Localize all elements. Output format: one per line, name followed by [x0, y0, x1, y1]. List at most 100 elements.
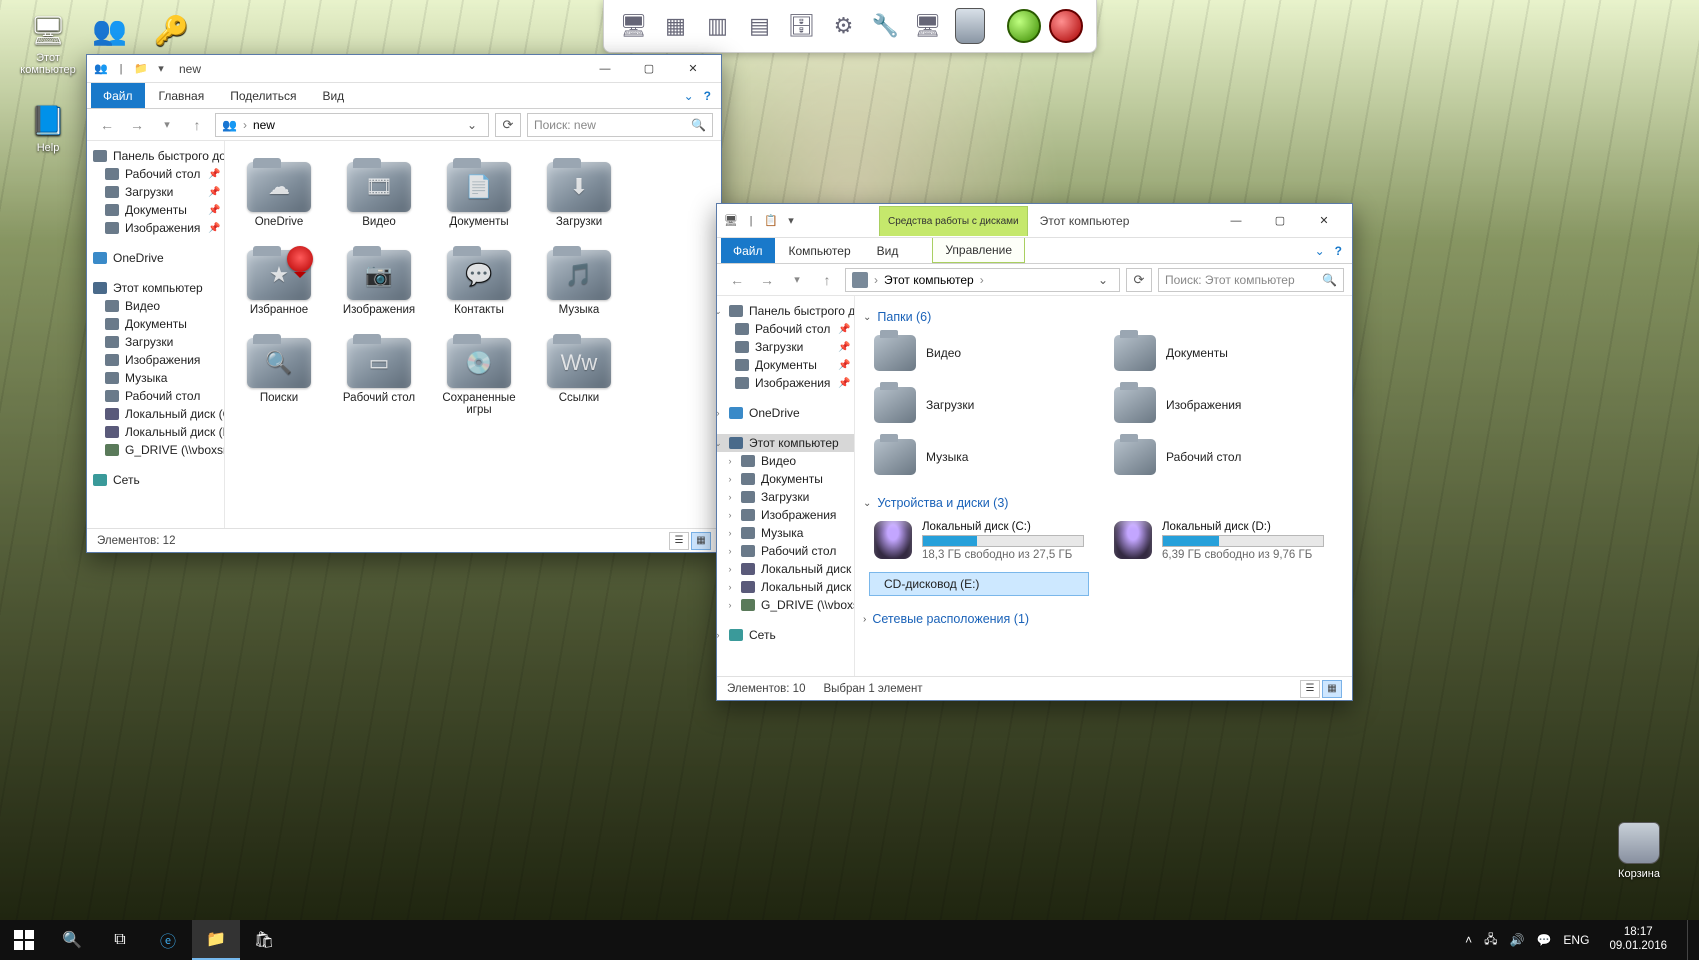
- address-bar[interactable]: 👥 › new ⌄: [215, 113, 489, 137]
- desktop-icon-help[interactable]: 📘 Help: [10, 100, 86, 154]
- cd-drive-item[interactable]: CD-дисковод (E:): [869, 572, 1089, 596]
- folder-tile[interactable]: ⬇Загрузки: [531, 151, 627, 233]
- view-details-button[interactable]: ☰: [669, 532, 689, 550]
- address-bar[interactable]: › Этот компьютер › ⌄: [845, 268, 1120, 292]
- nav-back-button[interactable]: ←: [95, 113, 119, 137]
- search-box[interactable]: Поиск: Этот компьютер 🔍: [1158, 268, 1344, 292]
- nav-quick-access[interactable]: ⌄Панель быстрого доступа: [717, 302, 854, 320]
- qat-caret-icon[interactable]: ▾: [783, 213, 799, 229]
- content-area[interactable]: ☁OneDrive🎞Видео📄Документы⬇Загрузки★Избра…: [225, 141, 721, 528]
- expand-icon[interactable]: ›: [717, 408, 723, 418]
- nav-item[interactable]: Изображения📌: [87, 219, 224, 237]
- nav-item[interactable]: Загрузки: [87, 333, 224, 351]
- view-large-button[interactable]: ▦: [1322, 680, 1342, 698]
- content-area[interactable]: ⌄Папки (6) Видео Документы Загрузки Изображ…: [855, 296, 1352, 676]
- address-dropdown-icon[interactable]: ⌄: [462, 118, 482, 132]
- search-box[interactable]: Поиск: new 🔍: [527, 113, 713, 137]
- minimize-button[interactable]: —: [1214, 207, 1258, 234]
- nav-network[interactable]: ›Сеть: [717, 626, 854, 644]
- ribbon-expand-icon[interactable]: ⌄: [684, 89, 694, 103]
- folder-tile[interactable]: 🎵Музыка: [531, 239, 627, 321]
- tray-notifications-icon[interactable]: 💬: [1536, 933, 1551, 947]
- qat-caret-icon[interactable]: ▾: [153, 61, 169, 77]
- nav-item[interactable]: ›Документы: [717, 470, 854, 488]
- launcher-shutdown[interactable]: [1046, 6, 1086, 46]
- nav-item[interactable]: Локальный диск (C:): [87, 405, 224, 423]
- minimize-button[interactable]: —: [583, 55, 627, 82]
- titlebar[interactable]: 👥 | 📁 ▾ new — ▢ ✕: [87, 55, 721, 83]
- nav-network[interactable]: Сеть: [87, 471, 224, 489]
- recycle-bin[interactable]: Корзина: [1601, 822, 1677, 880]
- launcher-slot[interactable]: 🖥: [908, 6, 948, 46]
- launcher-slot[interactable]: ▤: [740, 6, 780, 46]
- launcher-slot[interactable]: 🗄: [782, 6, 822, 46]
- maximize-button[interactable]: ▢: [1258, 207, 1302, 234]
- folder-tile[interactable]: 🔍Поиски: [231, 327, 327, 421]
- nav-item[interactable]: ›Видео: [717, 452, 854, 470]
- start-button[interactable]: [0, 920, 48, 960]
- folder-tile[interactable]: 📄Документы: [431, 151, 527, 233]
- tray-network-icon[interactable]: 🖧: [1484, 930, 1497, 951]
- nav-item[interactable]: Загрузки📌: [717, 338, 854, 356]
- tab-share[interactable]: Поделиться: [218, 83, 308, 108]
- nav-item[interactable]: ›Рабочий стол: [717, 542, 854, 560]
- view-details-button[interactable]: ☰: [1300, 680, 1320, 698]
- titlebar[interactable]: 🖥 | 📋 ▾ Средства работы с дисками Этот к…: [717, 204, 1352, 238]
- tray-overflow-icon[interactable]: ˄: [1465, 933, 1472, 947]
- nav-item[interactable]: ›Музыка: [717, 524, 854, 542]
- store-button[interactable]: 🛍: [240, 920, 288, 960]
- folder-tile[interactable]: 🎞Видео: [331, 151, 427, 233]
- nav-up-button[interactable]: ↑: [185, 113, 209, 137]
- nav-recent-button[interactable]: ▾: [155, 113, 179, 137]
- nav-item[interactable]: ›Загрузки: [717, 488, 854, 506]
- launcher-slot[interactable]: 🖥: [614, 6, 654, 46]
- refresh-button[interactable]: ⟳: [495, 113, 521, 137]
- launcher-trash[interactable]: [950, 6, 990, 46]
- section-drives[interactable]: ⌄Устройства и диски (3): [861, 492, 1346, 516]
- qat-icon[interactable]: 📁: [133, 61, 149, 77]
- collapse-icon[interactable]: ⌄: [717, 306, 723, 317]
- qat-icon[interactable]: 📋: [763, 213, 779, 229]
- launcher-slot[interactable]: ▥: [698, 6, 738, 46]
- view-large-button[interactable]: ▦: [691, 532, 711, 550]
- nav-item[interactable]: ›G_DRIVE (\\vboxsrv) (Z:): [717, 596, 854, 614]
- tab-home[interactable]: Главная: [147, 83, 217, 108]
- nav-item[interactable]: ›Изображения: [717, 506, 854, 524]
- folder-tile[interactable]: 💬Контакты: [431, 239, 527, 321]
- contacts-icon[interactable]: 👥: [92, 14, 127, 47]
- tray-language[interactable]: ENG: [1563, 933, 1589, 947]
- drive-item[interactable]: Локальный диск (C:) 18,3 ГБ свободно из …: [869, 516, 1089, 566]
- folder-item[interactable]: Загрузки: [869, 382, 1089, 428]
- nav-item[interactable]: Видео: [87, 297, 224, 315]
- nav-item[interactable]: ›Локальный диск (C:): [717, 560, 854, 578]
- explorer-button[interactable]: 📁: [192, 920, 240, 960]
- folder-item[interactable]: Изображения: [1109, 382, 1329, 428]
- folder-item[interactable]: Документы: [1109, 330, 1329, 376]
- tab-computer[interactable]: Компьютер: [777, 238, 863, 263]
- refresh-button[interactable]: ⟳: [1126, 268, 1152, 292]
- launcher-restart[interactable]: [1004, 6, 1044, 46]
- qat-icon[interactable]: 👥: [93, 61, 109, 77]
- close-button[interactable]: ✕: [1302, 207, 1346, 234]
- tray-clock[interactable]: 18:17 09.01.2016: [1601, 926, 1675, 954]
- desktop-icon-this-pc[interactable]: 🖥 Этот компьютер: [10, 10, 86, 76]
- folder-item[interactable]: Видео: [869, 330, 1089, 376]
- nav-item[interactable]: Документы📌: [717, 356, 854, 374]
- tab-file[interactable]: Файл: [91, 83, 145, 108]
- help-icon[interactable]: ?: [1335, 244, 1342, 258]
- section-network[interactable]: ›Сетевые расположения (1): [861, 608, 1346, 632]
- launcher-slot[interactable]: ⚙: [824, 6, 864, 46]
- section-folders[interactable]: ⌄Папки (6): [861, 306, 1346, 330]
- nav-item[interactable]: Локальный диск (D:): [87, 423, 224, 441]
- launcher-slot[interactable]: ▦: [656, 6, 696, 46]
- ribbon-expand-icon[interactable]: ⌄: [1315, 244, 1325, 258]
- folder-tile[interactable]: ★Избранное: [231, 239, 327, 321]
- tab-manage[interactable]: Управление: [932, 238, 1025, 263]
- qat-icon[interactable]: 🖥: [723, 213, 739, 229]
- tab-view[interactable]: Вид: [865, 238, 911, 263]
- close-button[interactable]: ✕: [671, 55, 715, 82]
- nav-onedrive[interactable]: OneDrive: [87, 249, 224, 267]
- nav-up-button[interactable]: ↑: [815, 268, 839, 292]
- help-icon[interactable]: ?: [704, 89, 711, 103]
- folder-item[interactable]: Музыка: [869, 434, 1089, 480]
